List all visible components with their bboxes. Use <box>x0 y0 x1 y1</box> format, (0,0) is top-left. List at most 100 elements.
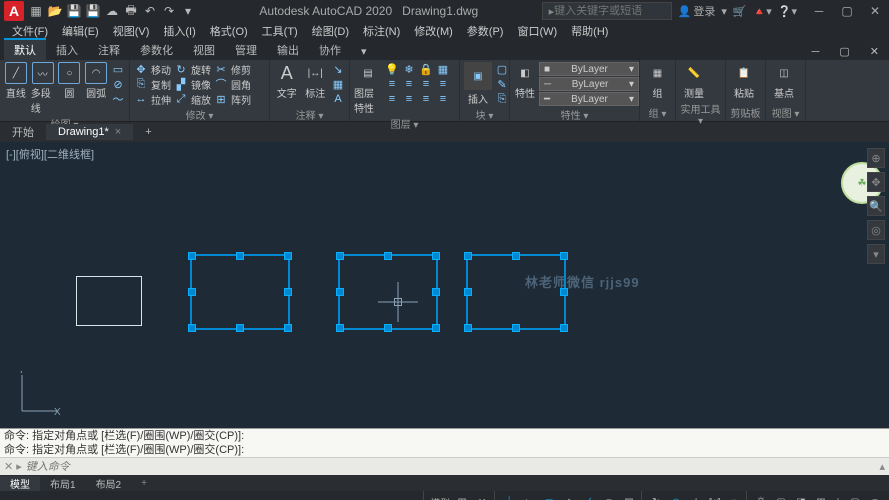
search-input[interactable] <box>554 5 664 17</box>
tab-manage[interactable]: 管理 <box>225 40 267 60</box>
tool-scale[interactable]: ⤢缩放 <box>174 92 211 106</box>
login-button[interactable]: 👤 登录 <box>678 3 716 19</box>
search-box[interactable]: ▸ <box>542 2 672 20</box>
tool-table-icon[interactable]: ▦ <box>331 77 345 91</box>
transparency-icon[interactable]: ▨ <box>621 494 637 500</box>
tab-expand[interactable]: ▾ <box>351 43 377 60</box>
nav-orbit-icon[interactable]: ◎ <box>867 220 885 240</box>
doc-min-icon[interactable]: ─ <box>802 44 830 60</box>
tool-leader-icon[interactable]: ↘ <box>331 62 345 76</box>
tool-hatch-icon[interactable]: ⊘ <box>111 77 125 91</box>
panel-layer-label[interactable]: 图层 ▾ <box>354 115 455 132</box>
rect-selected-2[interactable] <box>338 254 438 330</box>
tab-default[interactable]: 默认 <box>4 38 46 60</box>
qat-dropdown-icon[interactable]: ▾ <box>180 3 196 19</box>
panel-clip-label[interactable]: 剪贴板 <box>730 104 761 121</box>
tool-spline-icon[interactable]: 〜 <box>111 92 125 106</box>
layer-icons-row2[interactable]: ≡≡≡≡ <box>385 77 450 91</box>
tab-drawing1[interactable]: Drawing1* × <box>46 124 133 140</box>
panel-annot-label[interactable]: 注释 ▾ <box>274 106 345 123</box>
polar-icon[interactable]: ⊾ <box>521 494 537 500</box>
snap-icon[interactable]: ∷ <box>474 494 490 500</box>
new-icon[interactable]: ▦ <box>28 3 44 19</box>
tool-group[interactable]: ▦组 <box>644 62 671 100</box>
drawing-area[interactable]: [-][俯视][二维线框] 林老师微信 rjjs99 ☘ Y X ⊕ ✥ 🔍 ◎… <box>0 142 889 428</box>
tab-close-icon[interactable]: × <box>115 126 121 138</box>
color-bylayer[interactable]: ■ByLayer▾ <box>539 62 639 76</box>
rect-unselected[interactable] <box>76 276 142 326</box>
menu-tools[interactable]: 工具(T) <box>256 23 304 39</box>
clean-screen-icon[interactable]: ▢ <box>847 494 863 500</box>
annoscale-icon[interactable]: 人 <box>688 494 704 500</box>
command-history[interactable]: 命令: 指定对角点或 [栏选(F)/圈围(WP)/圈交(CP)]: 命令: 指定… <box>0 429 889 457</box>
dynamic-input-icon[interactable]: ⊕ <box>668 494 684 500</box>
lineweight-icon[interactable]: ≡ <box>601 494 617 500</box>
panel-group-label[interactable]: 组 ▾ <box>644 104 671 121</box>
osnap-icon[interactable]: ◻ <box>541 494 557 500</box>
title-dropdown-icon[interactable]: 🔺▾ <box>753 5 772 18</box>
layout-model[interactable]: 模型 <box>0 476 40 491</box>
close-button[interactable]: ✕ <box>861 0 889 22</box>
scale-dropdown-icon[interactable]: ▾ <box>726 494 742 500</box>
minimize-button[interactable]: ─ <box>805 0 833 22</box>
cmd-customize-icon[interactable]: ▴ <box>879 460 885 473</box>
linetype-bylayer[interactable]: ─ByLayer▾ <box>539 77 639 91</box>
open-icon[interactable]: 📂 <box>47 3 63 19</box>
tool-matchprop[interactable]: ◧特性 <box>514 62 536 100</box>
cmd-handle-icon[interactable]: ✕ ▸ <box>4 460 22 473</box>
menu-modify[interactable]: 修改(M) <box>408 23 459 39</box>
saveas-icon[interactable]: 💾 <box>85 3 101 19</box>
menu-file[interactable]: 文件(F) <box>6 23 54 39</box>
tool-array[interactable]: ⊞阵列 <box>214 92 251 106</box>
tool-mirror[interactable]: ▞镜像 <box>174 77 211 91</box>
cloud-save-icon[interactable]: ☁ <box>104 3 120 19</box>
tool-measure[interactable]: 📏测量 <box>680 62 708 100</box>
customize-icon[interactable]: ≡ <box>867 494 883 500</box>
tab-collab[interactable]: 协作 <box>309 40 351 60</box>
tool-baseview[interactable]: ◫基点 <box>770 62 798 100</box>
tool-layer-props[interactable]: ▤图层特性 <box>354 62 382 115</box>
panel-modify-label[interactable]: 修改 ▾ <box>134 106 265 123</box>
tool-polyline[interactable]: 〰多段线 <box>31 62 55 115</box>
tab-output[interactable]: 输出 <box>267 40 309 60</box>
tool-copy[interactable]: ⎘复制 <box>134 77 171 91</box>
tool-paste[interactable]: 📋粘贴 <box>730 62 758 100</box>
tool-stretch[interactable]: ↔拉伸 <box>134 92 171 106</box>
menu-view[interactable]: 视图(V) <box>107 23 156 39</box>
tab-start[interactable]: 开始 <box>0 122 46 142</box>
menu-param[interactable]: 参数(P) <box>461 23 510 39</box>
cart-icon[interactable]: 🛒 <box>733 5 747 18</box>
block-icon2[interactable]: ✎ <box>495 77 509 91</box>
panel-block-label[interactable]: 块 ▾ <box>464 106 505 123</box>
doc-max-icon[interactable]: ▢ <box>829 43 859 60</box>
tab-view[interactable]: 视图 <box>183 40 225 60</box>
layout-add[interactable]: + <box>131 478 157 489</box>
panel-prop-label[interactable]: 特性 ▾ <box>514 106 635 123</box>
help-icon[interactable]: ❔▾ <box>778 5 797 18</box>
redo-icon[interactable]: ↷ <box>161 3 177 19</box>
panel-util-label[interactable]: 实用工具 ▾ <box>680 100 721 128</box>
autodesk-app-icon[interactable]: ▾ <box>721 5 727 18</box>
tool-arc[interactable]: ◠圆弧 <box>84 62 108 100</box>
layout-1[interactable]: 布局1 <box>40 476 86 491</box>
lineweight-bylayer[interactable]: ━ByLayer▾ <box>539 92 639 106</box>
3dosnap-icon[interactable]: ◈ <box>561 494 577 500</box>
panel-view-label[interactable]: 视图 ▾ <box>770 104 801 121</box>
tab-parametric[interactable]: 参数化 <box>130 40 183 60</box>
command-window[interactable]: 命令: 指定对角点或 [栏选(F)/圈围(WP)/圈交(CP)]: 命令: 指定… <box>0 428 889 475</box>
hardware-icon[interactable]: ▦ <box>813 494 829 500</box>
cycling-icon[interactable]: ↻ <box>648 494 664 500</box>
tool-mtext-icon[interactable]: A <box>331 92 345 106</box>
menu-format[interactable]: 格式(O) <box>204 23 254 39</box>
anno-scale-value[interactable]: 1:1 <box>708 497 722 500</box>
menu-help[interactable]: 帮助(H) <box>565 23 614 39</box>
tab-add[interactable]: + <box>133 124 163 140</box>
command-input[interactable] <box>26 461 876 473</box>
menu-insert[interactable]: 插入(I) <box>157 23 201 39</box>
menu-dim[interactable]: 标注(N) <box>357 23 406 39</box>
ucs-icon[interactable]: Y X <box>18 371 62 418</box>
tab-insert[interactable]: 插入 <box>46 40 88 60</box>
tool-rotate[interactable]: ↻旋转 <box>174 62 211 76</box>
tool-move[interactable]: ✥移动 <box>134 62 171 76</box>
undo-icon[interactable]: ↶ <box>142 3 158 19</box>
